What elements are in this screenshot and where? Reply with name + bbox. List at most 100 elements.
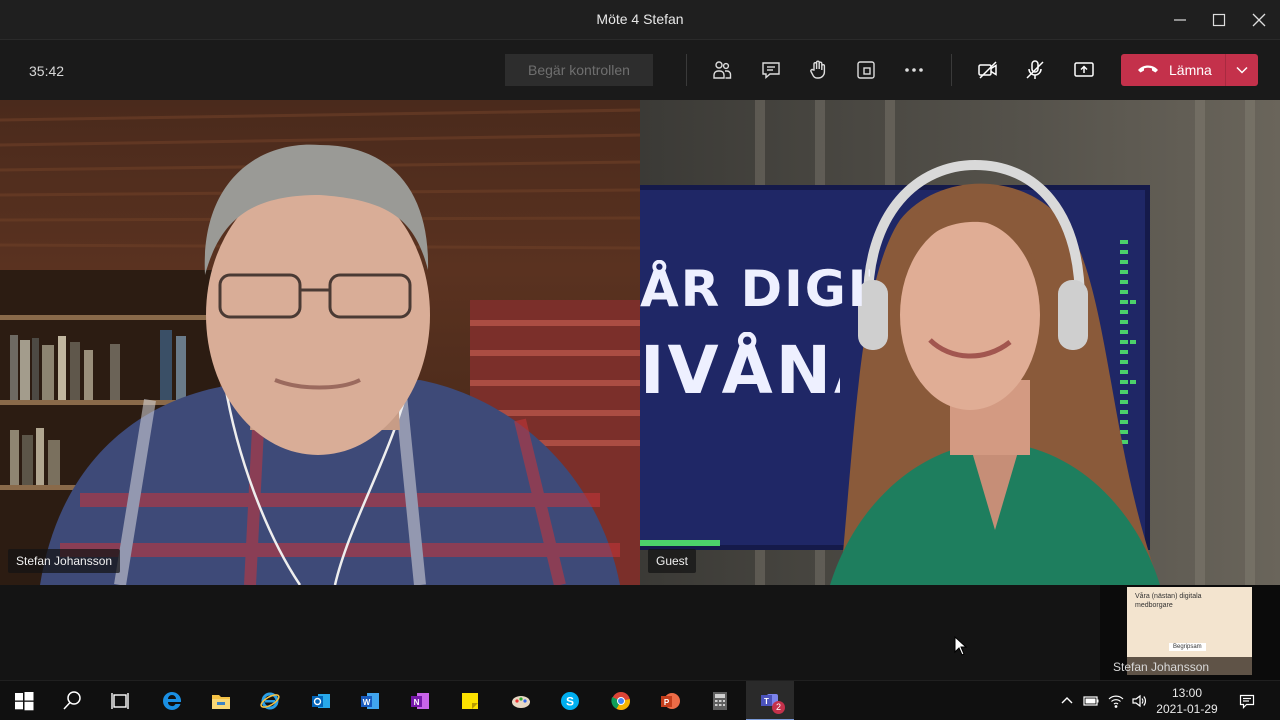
taskbar-outlook[interactable]	[297, 681, 345, 720]
self-view-tile[interactable]: Våra (nästan) digitala medborgare Begrips…	[1100, 585, 1280, 680]
windows-logo-icon	[15, 692, 34, 711]
taskbar-edge[interactable]	[148, 681, 196, 720]
clock-date: 2021-01-29	[1156, 702, 1218, 716]
folder-icon	[212, 695, 230, 709]
wifi-indicator[interactable]	[1105, 681, 1127, 720]
maximize-icon	[1212, 13, 1226, 27]
taskbar-calculator[interactable]	[696, 681, 744, 720]
taskbar-file-explorer[interactable]	[197, 681, 245, 720]
background-sign-line-2: IVÅNA	[640, 332, 840, 409]
request-control-button[interactable]: Begär kontrollen	[505, 54, 653, 86]
meeting-toolbar: 35:42 Begär kontrollen Lämna	[0, 40, 1280, 100]
onenote-icon: N	[411, 693, 429, 709]
chevron-down-icon	[1236, 66, 1248, 74]
svg-text:S: S	[566, 695, 574, 709]
slide-logo: Begripsam	[1169, 643, 1206, 651]
more-icon	[905, 68, 923, 72]
window-title: Möte 4 Stefan	[596, 11, 684, 27]
taskbar-onenote[interactable]: N	[396, 681, 444, 720]
taskbar-powerpoint[interactable]: P	[646, 681, 694, 720]
edge-icon	[163, 691, 182, 710]
taskbar-sticky-notes[interactable]	[446, 681, 494, 720]
taskbar-clock[interactable]: 13:00 2021-01-29	[1150, 685, 1224, 717]
hand-icon	[810, 60, 826, 79]
windows-taskbar: W N S P T 2 13:00 2021-01-29	[0, 680, 1280, 720]
minimize-button[interactable]	[1160, 6, 1200, 34]
leave-button[interactable]: Lämna	[1121, 54, 1225, 86]
taskbar-word[interactable]: W	[346, 681, 394, 720]
powerpoint-icon: P	[661, 693, 680, 709]
chat-icon	[762, 62, 780, 80]
maximize-button[interactable]	[1199, 6, 1239, 34]
mouse-cursor-icon	[954, 636, 968, 656]
toolbar-divider	[951, 54, 952, 86]
share-icon	[1074, 62, 1094, 77]
start-button[interactable]	[0, 681, 48, 720]
task-view-button[interactable]	[96, 681, 144, 720]
calculator-icon	[713, 692, 727, 710]
speaker-icon	[1132, 694, 1146, 708]
search-button[interactable]	[48, 681, 96, 720]
slide-title: Våra (nästan) digitala medborgare	[1135, 593, 1202, 609]
raise-hand-button[interactable]	[804, 56, 832, 84]
taskbar-chrome[interactable]	[597, 681, 645, 720]
participant-video-stefan	[0, 108, 640, 585]
leave-button-group: Lämna	[1121, 54, 1258, 86]
close-button[interactable]	[1239, 6, 1279, 34]
camera-off-icon	[978, 61, 997, 79]
title-bar: Möte 4 Stefan	[0, 0, 1280, 40]
chevron-up-icon	[1061, 697, 1073, 704]
meeting-timer: 35:42	[29, 63, 65, 79]
chat-button[interactable]	[757, 56, 785, 84]
people-icon	[713, 61, 732, 79]
svg-text:W: W	[363, 698, 371, 707]
video-tile-guest[interactable]: ÅR DIGITA IVÅNA Guest	[640, 100, 1280, 585]
hang-up-icon	[1138, 65, 1158, 73]
task-view-icon	[111, 693, 129, 709]
close-icon	[1252, 13, 1266, 27]
participant-name-tag: Stefan Johansson	[8, 549, 121, 573]
more-actions-button[interactable]	[900, 56, 928, 84]
teams-meeting-window: Möte 4 Stefan 35:42 Begär kontrollen Läm…	[0, 0, 1280, 720]
clock-time: 13:00	[1171, 686, 1203, 700]
taskbar-paint[interactable]	[497, 681, 545, 720]
word-icon: W	[361, 693, 379, 709]
mic-off-icon	[1026, 60, 1044, 79]
sticky-notes-icon	[462, 693, 478, 709]
battery-indicator[interactable]	[1080, 681, 1102, 720]
svg-text:P: P	[664, 698, 670, 707]
outlook-icon	[312, 694, 330, 708]
svg-text:T: T	[764, 697, 769, 706]
video-tile-stefan[interactable]: Stefan Johansson	[0, 100, 640, 585]
leave-label: Lämna	[1169, 62, 1212, 78]
action-center-button[interactable]	[1236, 681, 1258, 720]
leave-options-dropdown[interactable]	[1226, 54, 1258, 86]
search-icon	[63, 691, 81, 710]
show-hidden-icons-button[interactable]	[1058, 681, 1076, 720]
share-screen-button[interactable]	[1070, 56, 1098, 84]
skype-icon: S	[561, 692, 579, 710]
chrome-icon	[611, 692, 631, 711]
mic-toggle-button[interactable]	[1021, 56, 1049, 84]
self-view-name: Stefan Johansson	[1113, 660, 1210, 674]
rooms-icon	[857, 61, 875, 79]
volume-indicator[interactable]	[1128, 681, 1150, 720]
minimize-icon	[1174, 19, 1186, 21]
participant-name-tag: Guest	[648, 549, 697, 573]
svg-text:N: N	[414, 698, 420, 707]
battery-icon	[1083, 696, 1099, 706]
toolbar-divider	[686, 54, 687, 86]
camera-toggle-button[interactable]	[974, 56, 1002, 84]
taskbar-skype[interactable]: S	[546, 681, 594, 720]
teams-badge: 2	[772, 701, 785, 714]
gallery-empty-area	[0, 585, 1280, 680]
taskbar-teams[interactable]: T 2	[746, 681, 794, 720]
participants-button[interactable]	[708, 56, 736, 84]
background-sign-line-1: ÅR DIGITA	[640, 260, 870, 318]
wifi-icon	[1108, 695, 1124, 708]
paint-icon	[512, 696, 530, 708]
taskbar-internet-explorer[interactable]	[246, 681, 294, 720]
notification-icon	[1239, 694, 1255, 709]
breakout-rooms-button[interactable]	[852, 56, 880, 84]
internet-explorer-icon	[260, 692, 280, 710]
